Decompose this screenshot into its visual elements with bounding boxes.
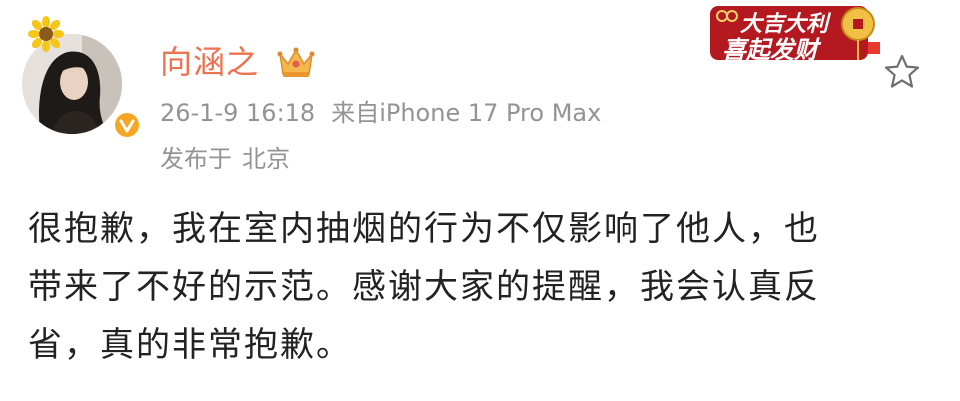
post-text-line: 带来了不好的示范。感谢大家的提醒，我会认真反: [28, 267, 820, 307]
weibo-post-card: 向涵之 26-1-9 16:18 来自iPhone 17 Pro Max 发布于北…: [0, 0, 960, 401]
post-text-line: 省，真的非常抱歉。: [28, 325, 352, 365]
post-source: 来自iPhone 17 Pro Max: [331, 99, 602, 127]
post-content: 很抱歉，我在室内抽烟的行为不仅影响了他人，也 带来了不好的示范。感谢大家的提醒，…: [28, 200, 928, 374]
sunflower-icon: [28, 16, 64, 52]
username[interactable]: 向涵之: [160, 40, 259, 84]
verified-badge-icon: [112, 110, 142, 140]
post-location: 发布于 北京: [160, 142, 290, 176]
avatar-container[interactable]: [22, 16, 142, 140]
festive-decoration-badge: 大吉大利 喜起发财: [708, 4, 884, 64]
star-icon[interactable]: [882, 52, 922, 92]
location-name: 北京: [242, 145, 290, 173]
post-meta: 26-1-9 16:18 来自iPhone 17 Pro Max: [160, 96, 601, 130]
post-text-line: 很抱歉，我在室内抽烟的行为不仅影响了他人，也: [28, 209, 820, 249]
decoration-line-2: 喜起发财: [722, 35, 818, 64]
location-prefix: 发布于: [160, 145, 232, 173]
post-time[interactable]: 26-1-9 16:18: [160, 99, 315, 127]
crown-icon: [276, 44, 316, 80]
